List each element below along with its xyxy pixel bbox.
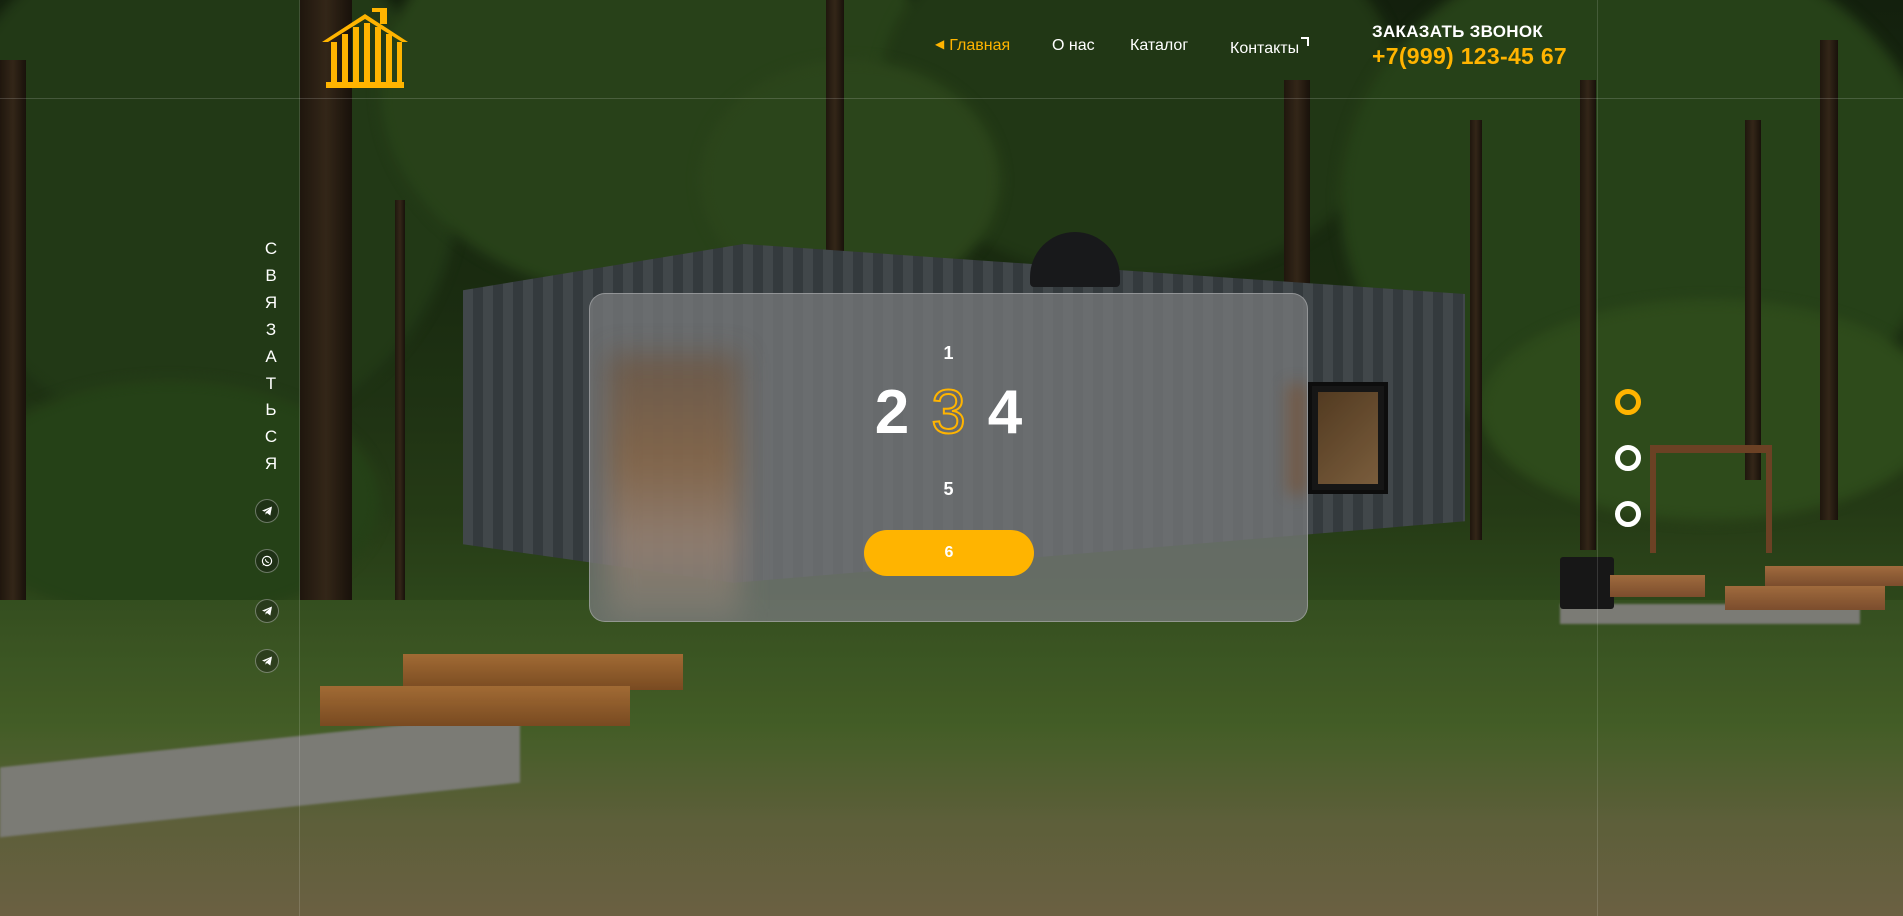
- card-bottom-text: 5: [943, 479, 954, 499]
- vertical-letter: Ь: [265, 400, 277, 420]
- social-telegram-1[interactable]: [255, 499, 279, 523]
- active-arrow-icon: ◀: [935, 37, 945, 51]
- slider-dot-2[interactable]: [1615, 445, 1641, 471]
- slider-dot-1[interactable]: [1615, 389, 1641, 415]
- nav-item-catalog[interactable]: Каталог: [1130, 37, 1188, 55]
- vertical-letter: Я: [264, 292, 278, 312]
- callback-block: ЗАКАЗАТЬ ЗВОНОК +7(999) 123-45 67: [1372, 22, 1567, 70]
- telegram-icon: [262, 606, 272, 616]
- hero-card: 1 234 5 6: [589, 293, 1308, 622]
- slider-dot-3[interactable]: [1615, 501, 1641, 527]
- nav-label-main: Главная: [949, 37, 1011, 54]
- counter-prev: 2: [874, 378, 910, 447]
- telegram-icon: [262, 656, 272, 666]
- telegram-icon: [262, 506, 272, 516]
- vertical-letter: З: [265, 319, 277, 339]
- nav-item-main[interactable]: ◀ Главная: [935, 37, 1010, 55]
- vertical-letter: С: [264, 239, 278, 258]
- social-telegram-2[interactable]: [255, 599, 279, 623]
- card-cta-button[interactable]: 6: [864, 530, 1034, 576]
- vertical-letter: Т: [265, 373, 277, 393]
- vertical-letter: Я: [264, 454, 278, 474]
- vertical-letter: А: [265, 346, 277, 366]
- contact-vertical-text: С В Я З А Т Ь С Я: [262, 236, 280, 478]
- vertical-letter: С: [264, 427, 278, 447]
- phone-number[interactable]: +7(999) 123-45 67: [1372, 43, 1567, 70]
- header-divider: [0, 98, 1903, 99]
- nav-label-contacts: Контакты: [1230, 40, 1300, 57]
- whatsapp-icon: [261, 555, 273, 567]
- nav-item-contacts[interactable]: Контакты: [1230, 37, 1310, 58]
- order-call-link[interactable]: ЗАКАЗАТЬ ЗВОНОК: [1372, 22, 1567, 42]
- social-whatsapp[interactable]: [255, 549, 279, 573]
- card-counter: 234: [590, 378, 1307, 447]
- guide-line-left: [299, 0, 300, 916]
- vertical-letter: В: [265, 265, 277, 285]
- social-telegram-3[interactable]: [255, 649, 279, 673]
- corner-bracket-icon: [1301, 37, 1310, 46]
- house-logo-icon: [322, 8, 408, 88]
- counter-current: 3: [930, 378, 967, 447]
- logo[interactable]: [318, 8, 412, 90]
- guide-line-right: [1597, 0, 1598, 916]
- counter-next: 4: [987, 378, 1023, 447]
- nav-item-about[interactable]: О нас: [1052, 37, 1095, 55]
- card-top-text: 1: [943, 343, 954, 363]
